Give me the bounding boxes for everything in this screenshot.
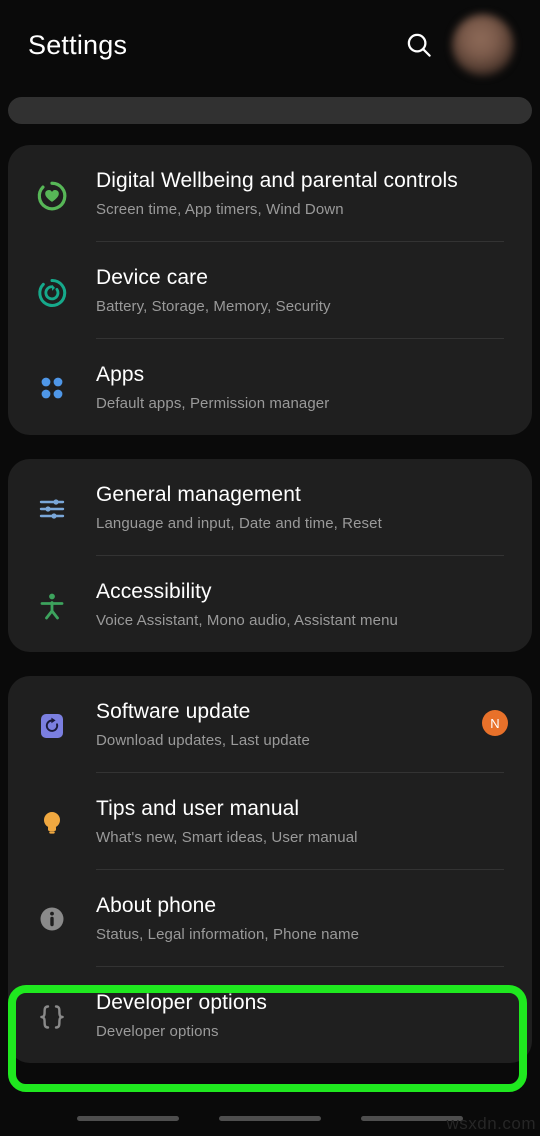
list-item-about-phone[interactable]: About phone Status, Legal information, P… bbox=[8, 870, 532, 966]
device-care-icon bbox=[8, 262, 96, 310]
recents-button[interactable] bbox=[77, 1115, 179, 1121]
list-item-text: Digital Wellbeing and parental controls … bbox=[96, 165, 516, 221]
home-button[interactable] bbox=[219, 1115, 321, 1121]
list-item-tips-and-user-manual[interactable]: Tips and user manual What's new, Smart i… bbox=[8, 773, 532, 869]
status-badge-new: N bbox=[482, 710, 508, 736]
list-item-subtitle: Developer options bbox=[96, 1023, 219, 1040]
page-title: Settings bbox=[28, 29, 128, 60]
curly-braces-icon bbox=[8, 987, 96, 1033]
list-item-subtitle: Default apps, Permission manager bbox=[96, 395, 330, 412]
header-actions bbox=[404, 14, 514, 76]
list-item-text: General management Language and input, D… bbox=[96, 479, 516, 535]
list-item-subtitle: Screen time, App timers, Wind Down bbox=[96, 201, 344, 218]
list-item-text: About phone Status, Legal information, P… bbox=[96, 890, 516, 946]
info-circle-icon bbox=[8, 890, 96, 934]
list-item-subtitle: Download updates, Last update bbox=[96, 732, 310, 749]
list-item-subtitle: Language and input, Date and time, Reset bbox=[96, 515, 382, 532]
lightbulb-icon bbox=[8, 793, 96, 839]
list-item-digital-wellbeing[interactable]: Digital Wellbeing and parental controls … bbox=[8, 145, 532, 241]
settings-card-system: General management Language and input, D… bbox=[8, 459, 532, 652]
list-item-subtitle: Battery, Storage, Memory, Security bbox=[96, 298, 331, 315]
list-item-title: Apps bbox=[96, 363, 145, 386]
avatar[interactable] bbox=[452, 14, 514, 76]
list-item-subtitle: What's new, Smart ideas, User manual bbox=[96, 829, 358, 846]
list-item-title: Developer options bbox=[96, 991, 267, 1014]
list-item-developer-options[interactable]: Developer options Developer options bbox=[8, 967, 532, 1063]
list-item-software-update[interactable]: Software update Download updates, Last u… bbox=[8, 676, 532, 772]
list-item-subtitle: Status, Legal information, Phone name bbox=[96, 926, 360, 943]
list-item-text: Device care Battery, Storage, Memory, Se… bbox=[96, 262, 516, 318]
apps-grid-icon bbox=[8, 359, 96, 403]
list-item-title: Accessibility bbox=[96, 580, 212, 603]
list-item-device-care[interactable]: Device care Battery, Storage, Memory, Se… bbox=[8, 242, 532, 338]
settings-card-services: Digital Wellbeing and parental controls … bbox=[8, 145, 532, 435]
digital-wellbeing-icon bbox=[8, 165, 96, 213]
sliders-icon bbox=[8, 479, 96, 525]
list-item-title: General management bbox=[96, 483, 301, 506]
list-item-title: Device care bbox=[96, 266, 208, 289]
search-icon[interactable] bbox=[404, 30, 434, 60]
list-item-text: Developer options Developer options bbox=[96, 987, 516, 1043]
list-item-apps[interactable]: Apps Default apps, Permission manager bbox=[8, 339, 532, 435]
list-item-title: Software update bbox=[96, 700, 251, 723]
app-header: Settings bbox=[0, 0, 540, 90]
accessibility-person-icon bbox=[8, 576, 96, 622]
list-item-title: About phone bbox=[96, 894, 217, 917]
list-item-title: Digital Wellbeing and parental controls bbox=[96, 169, 458, 192]
list-item-text: Tips and user manual What's new, Smart i… bbox=[96, 793, 516, 849]
list-item-accessibility[interactable]: Accessibility Voice Assistant, Mono audi… bbox=[8, 556, 532, 652]
watermark: wsxdn.com bbox=[446, 1114, 536, 1133]
list-item-text: Accessibility Voice Assistant, Mono audi… bbox=[96, 576, 516, 632]
list-item-title: Tips and user manual bbox=[96, 797, 300, 820]
scrolled-partial-card bbox=[8, 97, 532, 124]
list-item-general-management[interactable]: General management Language and input, D… bbox=[8, 459, 532, 555]
list-item-text: Software update Download updates, Last u… bbox=[96, 696, 516, 752]
list-item-text: Apps Default apps, Permission manager bbox=[96, 359, 516, 415]
system-navigation-bar: wsxdn.com bbox=[0, 1100, 540, 1136]
settings-card-info: Software update Download updates, Last u… bbox=[8, 676, 532, 1063]
list-item-subtitle: Voice Assistant, Mono audio, Assistant m… bbox=[96, 612, 398, 629]
software-update-icon bbox=[8, 696, 96, 742]
